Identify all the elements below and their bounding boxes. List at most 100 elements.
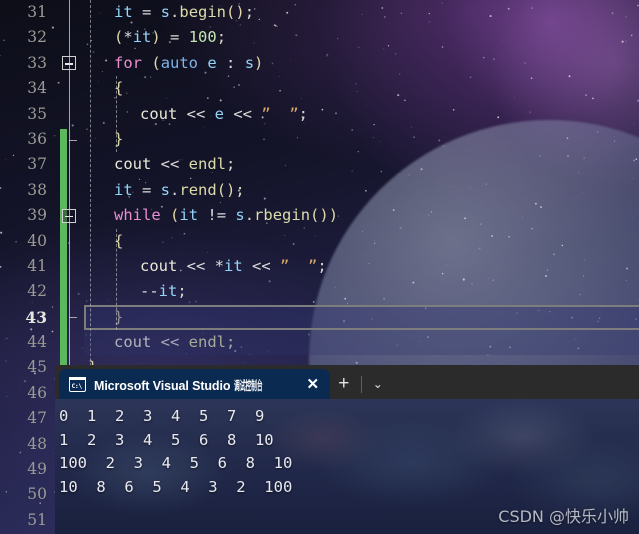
code-text[interactable]: { (82, 229, 123, 254)
code-text[interactable]: it = s.rend(); (82, 178, 245, 203)
code-token: = (132, 3, 161, 21)
outline-column[interactable] (56, 203, 82, 229)
console-output-line: 10 8 6 5 4 3 2 100 (59, 477, 293, 496)
code-line[interactable]: 44 cout << endl; (0, 330, 639, 356)
code-token: -- (140, 282, 159, 301)
code-line[interactable]: 41 cout << *it << ” ”; (0, 253, 639, 280)
outline-column[interactable] (56, 0, 82, 26)
outline-guide (69, 203, 70, 216)
code-token: ( (170, 206, 180, 225)
code-token: ) (254, 53, 264, 72)
outline-column[interactable] (56, 50, 82, 77)
code-token: for (114, 53, 142, 72)
outline-column[interactable] (56, 330, 82, 356)
line-number: 34 (27, 79, 47, 98)
code-token: it (114, 180, 133, 199)
code-token: rend (179, 180, 217, 199)
code-line[interactable]: 40 { (0, 228, 639, 254)
line-number: 50 (27, 485, 47, 504)
code-text[interactable]: { (82, 76, 123, 101)
indent-guide (116, 228, 117, 331)
code-token: = (160, 28, 189, 47)
code-token: << (224, 104, 262, 123)
code-line[interactable]: 36} (0, 126, 639, 153)
code-text[interactable]: (*it) = 100; (82, 25, 226, 50)
code-text[interactable]: --it; (82, 279, 187, 304)
line-number: 38 (27, 180, 47, 199)
outline-column[interactable] (56, 76, 82, 102)
code-text[interactable]: } (82, 127, 123, 152)
outline-column[interactable] (56, 25, 82, 51)
chevron-down-icon[interactable]: ⌄ (365, 369, 391, 399)
code-line[interactable]: 33 for (auto e : s) (0, 50, 639, 77)
code-token: != (198, 206, 236, 225)
outline-guide (69, 279, 70, 305)
code-token: ; (244, 3, 255, 21)
code-line[interactable]: 32 (*it) = 100; (0, 25, 639, 51)
code-token: << (242, 256, 280, 275)
line-number: 45 (27, 358, 47, 377)
outline-guide (69, 63, 70, 77)
code-token: = (132, 180, 161, 199)
code-token: 100 (188, 28, 217, 47)
code-line[interactable]: 31 it = s.begin(); (0, 0, 639, 26)
code-text[interactable]: cout << endl; (82, 330, 235, 355)
code-token: () (226, 3, 245, 21)
outline-column[interactable] (56, 253, 82, 280)
code-line[interactable]: 37 cout << endl; (0, 152, 639, 178)
outline-guide (69, 330, 70, 356)
line-number: 47 (27, 409, 47, 428)
code-token: << (177, 104, 215, 123)
code-text[interactable]: } (82, 305, 123, 330)
console-tab-active[interactable]: C:\ Microsoft Visual Studio 调试控制台 ✕ (59, 369, 330, 399)
outline-column[interactable] (56, 228, 82, 254)
code-token: e (207, 53, 217, 72)
outline-guide-foot (69, 317, 77, 319)
code-line[interactable]: 34 { (0, 76, 639, 102)
code-text[interactable]: for (auto e : s) (82, 51, 263, 76)
console-tab-bar[interactable]: C:\ Microsoft Visual Studio 调试控制台 ✕ + ⌄ (55, 365, 639, 399)
outline-guide (69, 177, 70, 204)
outline-column[interactable] (56, 177, 82, 204)
code-line[interactable]: 42 --it; (0, 279, 639, 305)
outline-guide (69, 50, 70, 64)
code-token: . (244, 206, 255, 225)
code-token: ; (177, 282, 187, 301)
code-token: while (114, 206, 161, 225)
console-window-icon: C:\ (69, 376, 86, 392)
code-token: * (214, 256, 224, 275)
line-number: 33 (27, 53, 47, 72)
outline-column[interactable] (56, 279, 82, 305)
console-tab-title-latin: Microsoft Visual Studio (94, 378, 234, 393)
outline-column[interactable] (56, 101, 82, 127)
outline-column[interactable] (56, 152, 82, 178)
console-output-line: 1 2 3 4 5 6 8 10 (59, 430, 274, 449)
code-token: it (158, 282, 178, 301)
code-token: s (160, 3, 171, 21)
code-text[interactable]: it = s.begin(); (82, 0, 254, 25)
line-number: 51 (27, 510, 47, 529)
code-token: it (132, 28, 152, 47)
code-token: cout (140, 256, 178, 275)
close-icon[interactable]: ✕ (304, 375, 322, 393)
code-line[interactable]: 38 it = s.rend(); (0, 177, 639, 204)
code-line[interactable]: 39 while (it != s.rbegin()) (0, 203, 639, 229)
code-token: ) (151, 28, 161, 47)
code-line[interactable]: 43} (0, 304, 639, 331)
outline-column[interactable] (56, 304, 82, 331)
code-token: endl (188, 155, 226, 174)
code-text[interactable]: cout << *it << ” ”; (82, 254, 327, 279)
code-token: rbegin (254, 206, 311, 225)
code-token: ; (298, 104, 308, 123)
code-text[interactable]: while (it != s.rbegin()) (82, 203, 338, 228)
code-line[interactable]: 35 cout << e << ” ”; (0, 101, 639, 127)
code-text[interactable]: cout << endl; (82, 152, 235, 177)
outline-column[interactable] (56, 126, 82, 153)
line-number: 31 (27, 3, 47, 21)
new-tab-icon[interactable]: + (330, 369, 358, 399)
outline-guide (69, 215, 70, 229)
line-number: 49 (27, 460, 47, 479)
code-token: ; (317, 256, 327, 275)
line-number: 39 (27, 206, 47, 225)
